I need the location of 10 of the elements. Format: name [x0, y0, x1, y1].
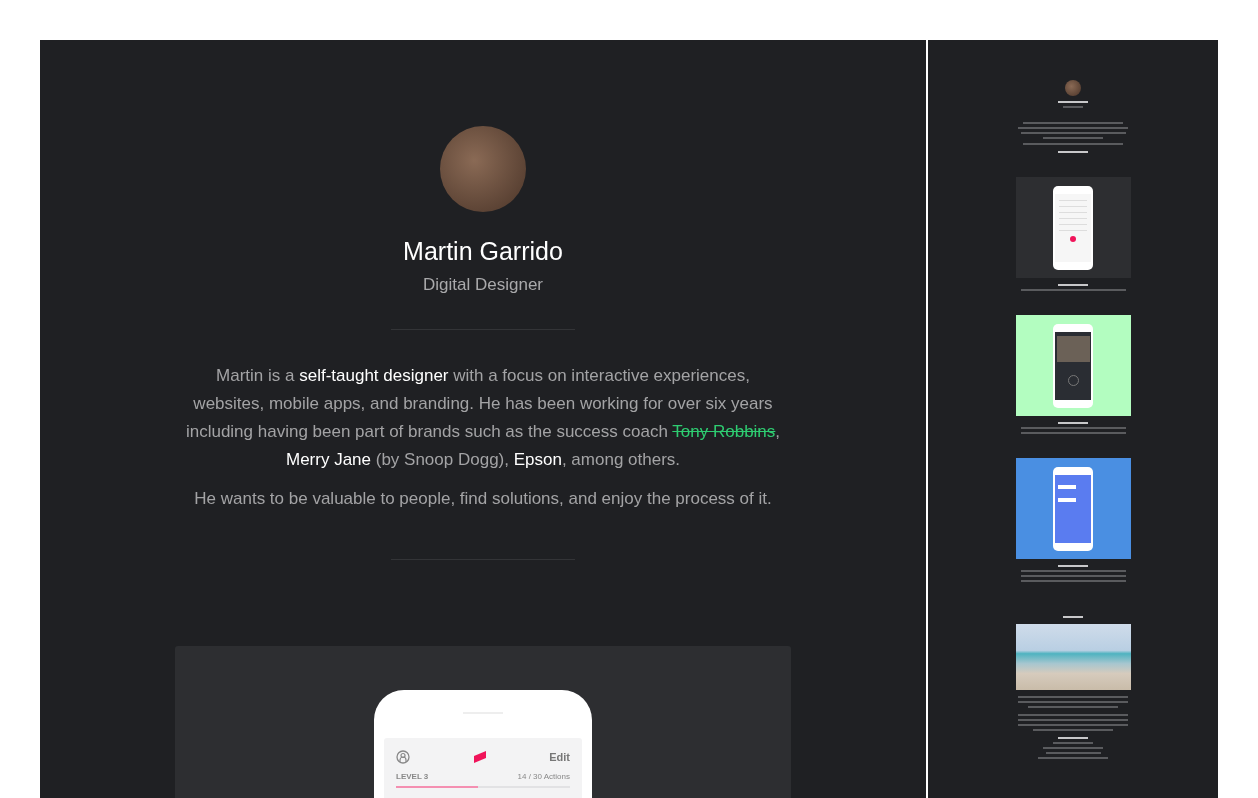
bio-link[interactable]: Tony Robbins: [672, 422, 776, 441]
logo-icon: [472, 750, 487, 764]
user-icon[interactable]: [396, 750, 410, 764]
actions-count: 14 / 30 Actions: [517, 772, 570, 781]
profile-name: Martin Garrido: [403, 237, 563, 266]
profile-role: Digital Designer: [423, 275, 543, 295]
bio-paragraph: Martin is a self-taught designer with a focus on interactive experiences, websites, mobile apps, and branding. He has been working for over six years including having been part of brands such as the success coach Tony Robbins, Merry Jane (by Snoop Dogg), Epson, among others.: [184, 365, 782, 471]
level-label: LEVEL 3: [396, 772, 429, 781]
edit-button[interactable]: Edit: [549, 751, 570, 763]
bio-paragraph: He wants to be valuable to people, find solutions, and enjoy the process of it.: [193, 488, 773, 510]
